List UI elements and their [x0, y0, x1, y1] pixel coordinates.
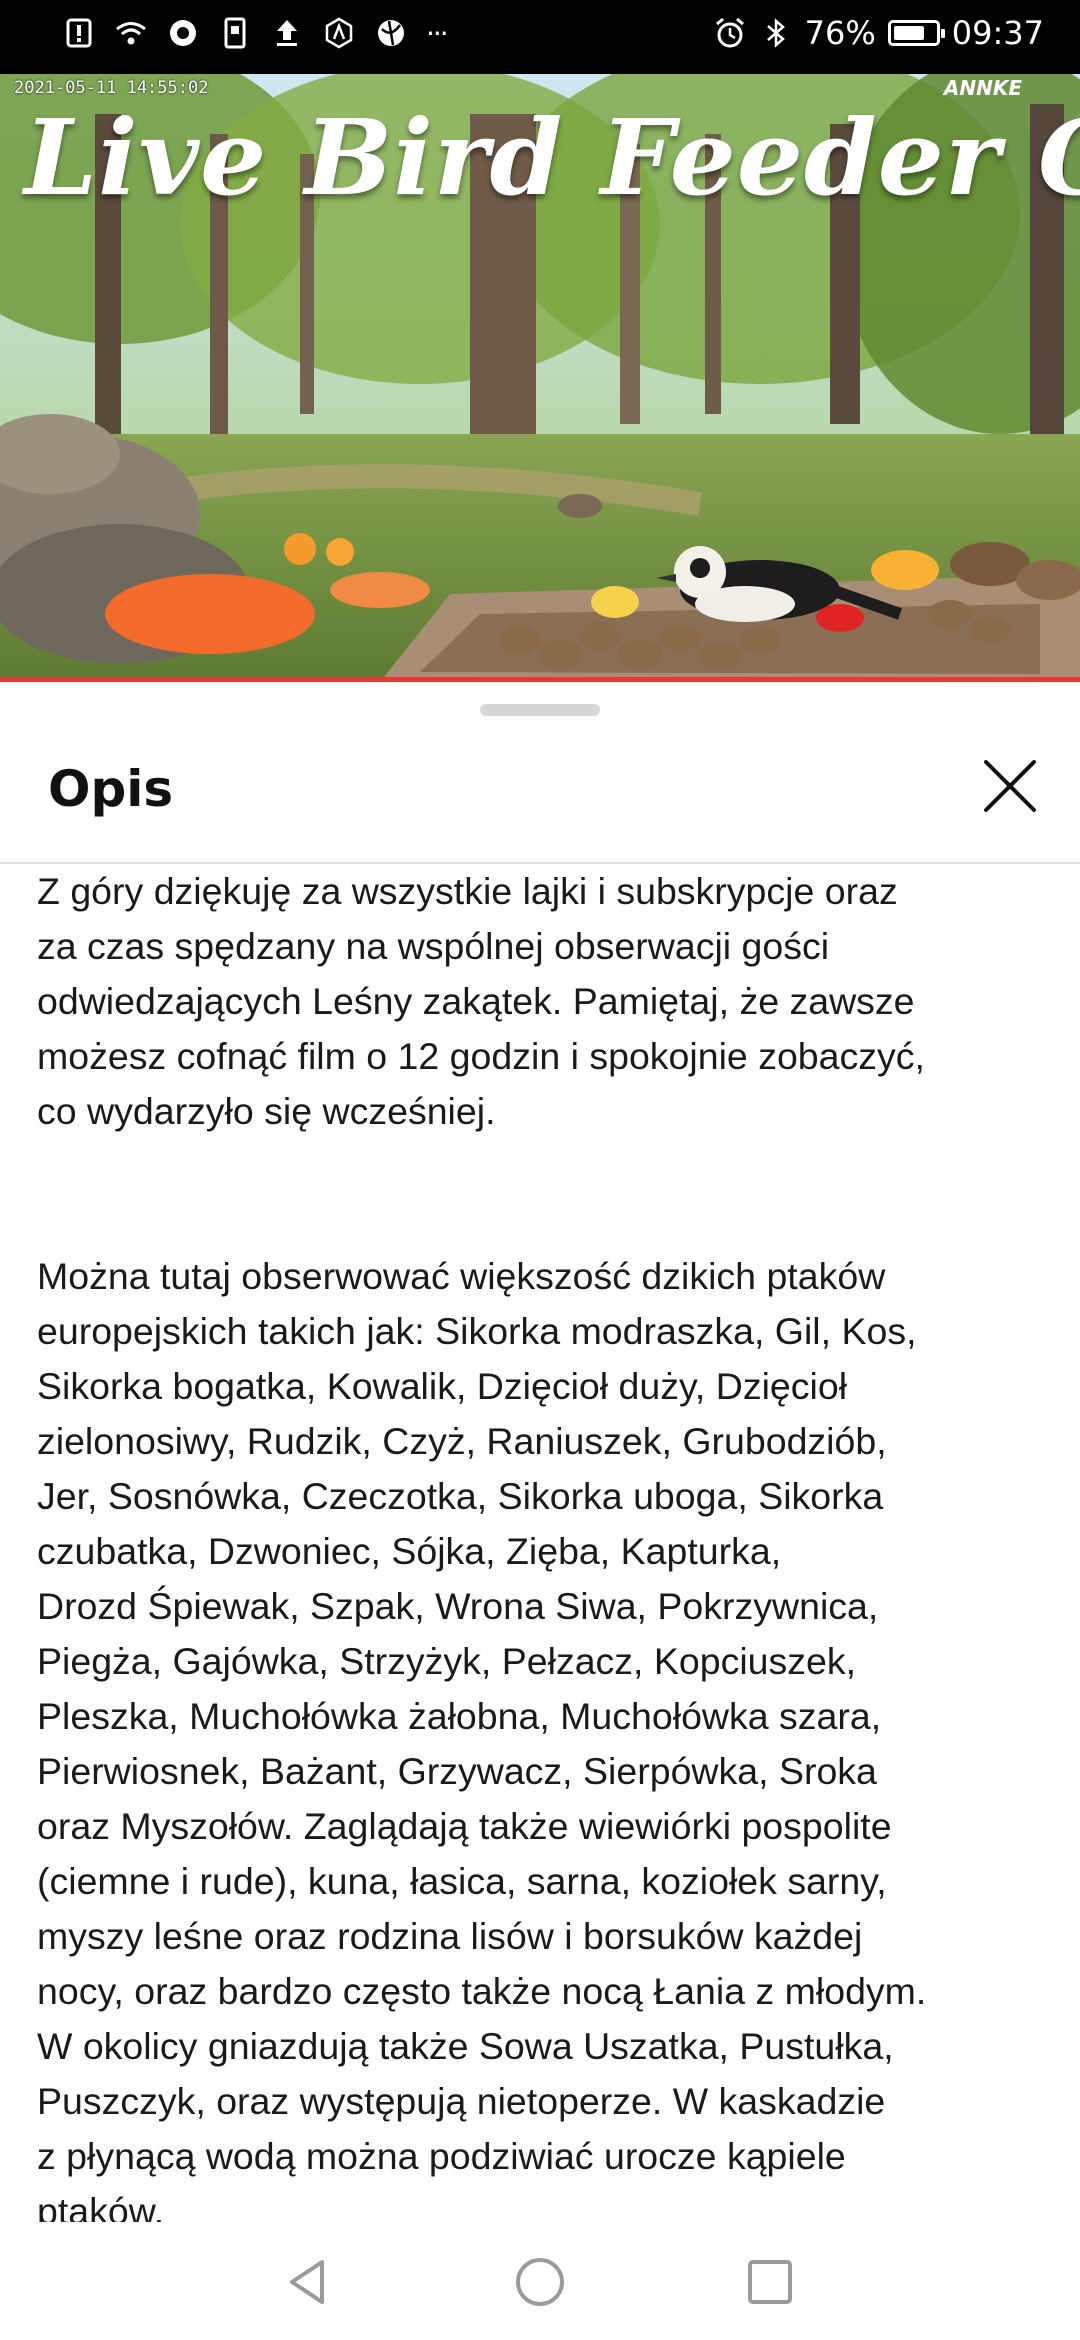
description-paragraph: Z góry dziękuję za wszystkie lajki i sub… [37, 870, 925, 1132]
sim-icon [224, 17, 246, 49]
close-icon[interactable] [970, 746, 1050, 826]
clock: 09:37 [951, 14, 1044, 52]
drag-handle[interactable] [480, 704, 600, 716]
battery-percent: 76% [804, 14, 876, 52]
more-dots-icon: ··· [426, 16, 449, 50]
description-sheet: Opis Z góry dziękuję za wszystkie lajki … [0, 682, 1080, 2222]
home-icon[interactable] [510, 2252, 570, 2312]
globe-icon [378, 20, 404, 46]
back-icon[interactable] [278, 2252, 338, 2312]
sheet-header: Opis [0, 722, 1080, 862]
status-right-icons: 76% 09:37 [713, 14, 1044, 52]
alarm-icon [715, 17, 744, 48]
bluetooth-icon [766, 18, 785, 48]
video-timestamp: 2021-05-11 14:55:02 [14, 78, 209, 98]
battery-level [893, 26, 924, 40]
download-notice-icon [66, 18, 92, 48]
video-title-overlay: Live Bird Feeder Cam [24, 96, 1080, 219]
recents-icon[interactable] [740, 2252, 800, 2312]
nfc-icon [325, 17, 353, 49]
description-text: Z góry dziękuję za wszystkie lajki i sub… [37, 864, 1047, 2222]
app-icon [170, 20, 196, 46]
video-player[interactable]: 2021-05-11 14:55:02 ANNKE Live Bird Feed… [0, 74, 1080, 682]
navigation-bar [0, 2222, 1080, 2340]
upload-icon [277, 20, 297, 46]
status-bar: ··· 76% 09:37 [0, 0, 1080, 74]
sheet-title: Opis [48, 760, 174, 818]
description-paragraph: Można tutaj obserwować większość dzikich… [37, 1255, 927, 2222]
wifi-icon [116, 22, 146, 45]
status-left-icons: ··· [62, 16, 449, 50]
battery-icon [887, 20, 945, 46]
